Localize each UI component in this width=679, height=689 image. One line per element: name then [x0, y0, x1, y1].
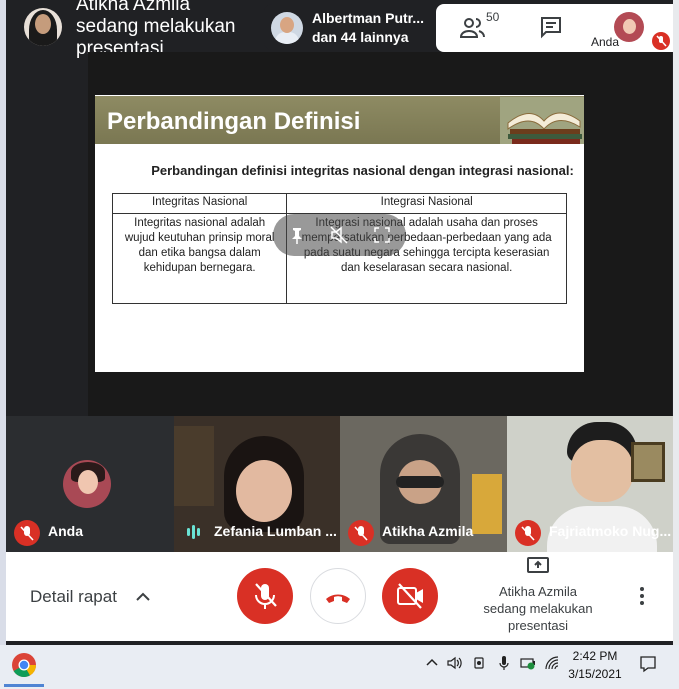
mute-presentation-icon[interactable] [329, 225, 349, 245]
mic-off-icon [14, 520, 40, 546]
fullscreen-icon[interactable] [373, 226, 391, 244]
hang-up-icon [326, 594, 350, 603]
chat-icon [541, 17, 561, 39]
notifications-icon[interactable] [639, 655, 657, 673]
presenter-name: Atikha Azmila [76, 0, 191, 15]
microphone-toggle-button[interactable] [237, 568, 293, 624]
meeting-details-button[interactable]: Detail rapat [30, 587, 117, 607]
participant-name: Fajriatmoko Nug... [549, 523, 672, 539]
more-options-icon[interactable] [636, 585, 648, 607]
microphone-icon[interactable] [496, 655, 512, 671]
desktop-right-edge [673, 0, 679, 645]
taskbar-clock[interactable]: 2:42 PM 3/15/2021 [563, 647, 627, 683]
participant-name: Atikha Azmila [382, 523, 474, 539]
mic-off-icon [255, 583, 277, 609]
slide-title: Perbandingan Definisi [107, 108, 361, 135]
self-label: Anda [591, 35, 620, 49]
presenter-status: Atikha Azmila sedang melakukan presentas… [76, 0, 256, 60]
presenter-avatar [24, 8, 62, 46]
speaking-indicator-icon [187, 525, 200, 539]
chevron-up-icon[interactable] [134, 588, 152, 606]
leave-call-button[interactable] [310, 568, 366, 624]
table-cell: Integritas nasional adalah wujud keutuha… [111, 213, 288, 304]
people-icon [460, 18, 485, 38]
presenting-line3: presentasi [508, 618, 568, 633]
mic-off-icon [348, 520, 374, 546]
pin-icon[interactable] [289, 226, 305, 244]
participant-avatar [271, 12, 303, 44]
chevron-up-icon[interactable] [424, 655, 440, 671]
clock-time: 2:42 PM [572, 649, 618, 663]
chat-button[interactable] [536, 12, 566, 42]
presentation-overlay-controls[interactable] [273, 214, 406, 256]
present-screen-icon[interactable] [527, 557, 549, 577]
people-count: 50 [486, 10, 500, 24]
battery-icon[interactable] [520, 655, 536, 671]
speaker-icon[interactable] [446, 655, 462, 671]
participants-chip-text: Albertman Putr... dan 44 lainnya [312, 9, 436, 47]
camera-toggle-button[interactable] [382, 568, 438, 624]
meet-camera-tray-icon[interactable] [472, 655, 488, 671]
participants-chip-line1: Albertman Putr... [312, 10, 425, 26]
clock-date: 3/15/2021 [568, 667, 622, 681]
mic-off-icon [515, 520, 541, 546]
presenting-name: Atikha Azmila [498, 584, 578, 599]
table-header: Integritas Nasional [111, 193, 288, 214]
participant-name: Anda [48, 523, 83, 539]
camera-off-icon [397, 583, 423, 609]
wifi-icon[interactable] [544, 655, 560, 671]
table-header-row: Integritas Nasional Integrasi Nasional [111, 193, 567, 214]
self-mic-off-icon [652, 32, 670, 50]
presenting-line2: sedang melakukan [483, 601, 593, 616]
people-button[interactable]: 50 [458, 10, 506, 42]
participant-name: Zefania Lumban ... [214, 523, 337, 539]
table-header: Integrasi Nasional [286, 193, 567, 214]
avatar [63, 460, 111, 508]
book-icon [500, 97, 584, 144]
participants-chip-line2: dan 44 lainnya [312, 29, 409, 45]
slide-subtitle: Perbandingan definisi integritas nasiona… [151, 163, 574, 178]
active-app-indicator [4, 684, 44, 687]
presenting-status[interactable]: Atikha Azmila sedang melakukan presentas… [468, 583, 608, 634]
presenter-status-line2: sedang melakukan [76, 16, 236, 37]
chrome-icon[interactable] [11, 652, 37, 678]
